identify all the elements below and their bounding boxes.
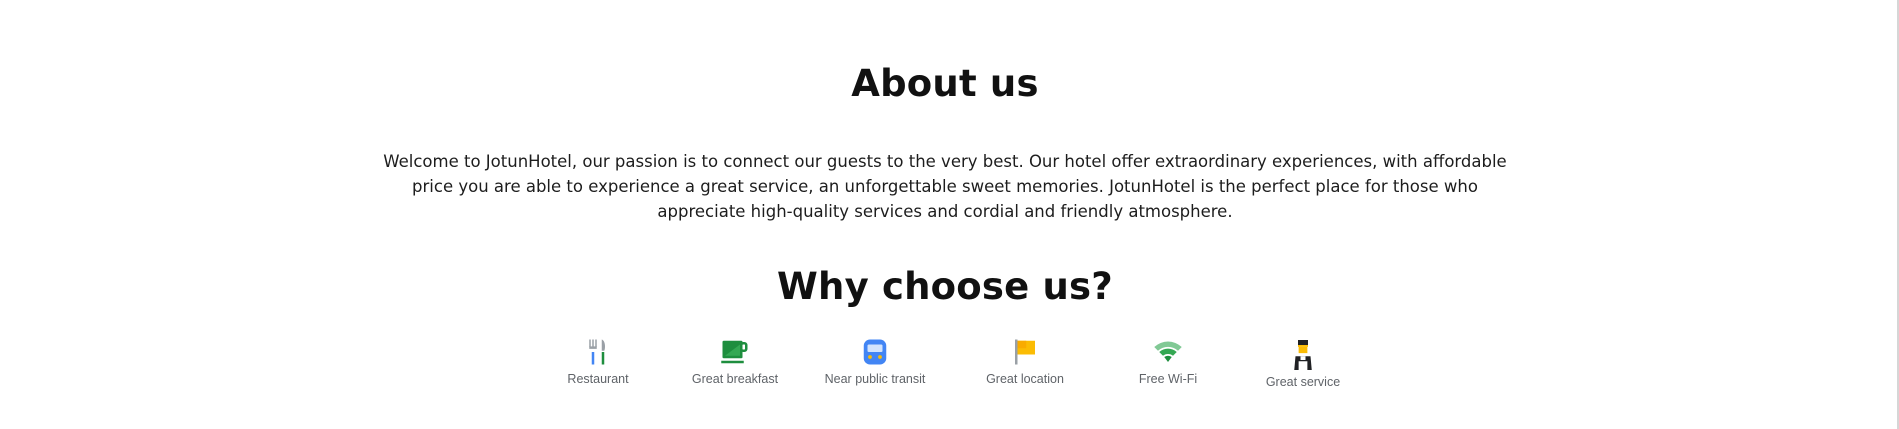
feature-label: Free Wi-Fi bbox=[1138, 372, 1198, 386]
feature-label: Great breakfast bbox=[691, 372, 779, 386]
feature-great-service: Great service bbox=[1248, 337, 1358, 390]
why-choose-us-heading: Why choose us? bbox=[777, 265, 1113, 308]
about-description: Welcome to JotunHotel, our passion is to… bbox=[383, 152, 1507, 221]
feature-label: Near public transit bbox=[824, 372, 926, 386]
feature-label: Restaurant bbox=[567, 372, 629, 386]
bus-icon bbox=[863, 339, 887, 365]
feature-great-breakfast: Great breakfast bbox=[680, 337, 790, 387]
concierge-icon bbox=[1294, 340, 1312, 370]
feature-near-public-transit: Near public transit bbox=[820, 337, 930, 387]
feature-restaurant: Restaurant bbox=[543, 337, 653, 387]
feature-free-wifi: Free Wi-Fi bbox=[1113, 337, 1223, 387]
about-heading: About us bbox=[851, 62, 1039, 105]
restaurant-icon bbox=[589, 339, 605, 365]
feature-label: Great location bbox=[986, 372, 1064, 386]
coffee-cup-icon bbox=[721, 340, 748, 364]
wifi-icon bbox=[1154, 341, 1182, 362]
feature-great-location: Great location bbox=[970, 337, 1080, 387]
features-list: Restaurant Great breakfast Near public t… bbox=[0, 337, 1890, 429]
about-section: About us Welcome to JotunHotel, our pass… bbox=[0, 0, 1890, 429]
flag-icon bbox=[1015, 339, 1035, 365]
feature-label: Great service bbox=[1265, 375, 1341, 389]
